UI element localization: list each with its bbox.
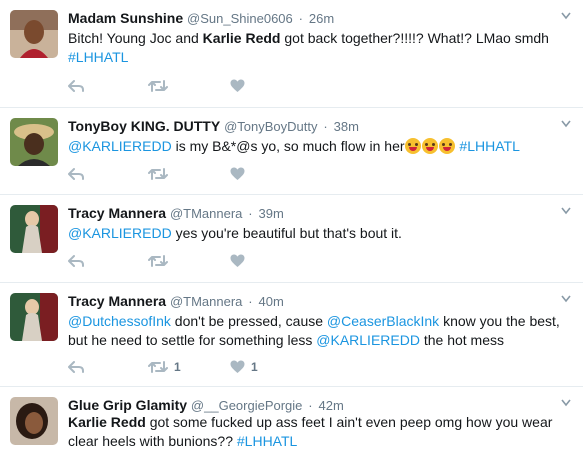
caret-down-icon[interactable] [561, 12, 571, 20]
mention-link[interactable]: @DutchessofInk [68, 313, 171, 329]
tweet-header: Glue Grip Glamity @__GeorgiePorgie · 42m [68, 395, 553, 415]
tweet-text: Karlie Redd got some fucked up ass feet … [68, 414, 553, 449]
retweet-icon [148, 255, 168, 267]
tweet-actions [68, 77, 308, 95]
tweet-text: @KARLIEREDD yes you're beautiful but tha… [68, 225, 402, 241]
separator-dot: · [248, 294, 253, 309]
mention-link[interactable]: @KARLIEREDD [68, 138, 172, 154]
mention-link[interactable]: @CeaserBlackInk [327, 313, 439, 329]
reply-icon [68, 255, 84, 267]
tweet[interactable]: TonyBoy KING. DUTTY @TonyBoyDutty · 38m … [0, 108, 583, 195]
separator-dot: · [308, 398, 313, 413]
reply-button[interactable] [68, 252, 85, 270]
tweet[interactable]: Tracy Mannera @TMannera · 40m @Dutchesso… [0, 283, 583, 387]
mention-link[interactable]: @KARLIEREDD [68, 225, 172, 241]
tweet-header: Tracy Mannera @TMannera · 40m [68, 291, 553, 311]
grinning-emoji-icon [404, 138, 421, 154]
reply-icon [68, 168, 84, 180]
like-button[interactable] [230, 77, 245, 95]
reply-icon [68, 80, 84, 92]
separator-dot: · [248, 206, 253, 221]
tongue-emoji-icon [421, 138, 438, 154]
display-name[interactable]: Tracy Mannera [68, 205, 166, 221]
reply-icon [68, 361, 84, 373]
avatar[interactable] [10, 118, 58, 166]
like-button[interactable]: 1 [230, 358, 258, 376]
retweet-button[interactable] [148, 252, 168, 270]
tweet-actions: 1 1 [68, 358, 308, 376]
tweet-text: @KARLIEREDD is my B&*@s yo, so much flow… [68, 138, 520, 154]
tweet[interactable]: Tracy Mannera @TMannera · 39m @KARLIERED… [0, 195, 583, 283]
retweet-button[interactable]: 1 [148, 358, 181, 376]
tweet-text: Bitch! Young Joc and Karlie Redd got bac… [68, 30, 549, 65]
tongue-emoji-icon [438, 138, 455, 154]
user-handle[interactable]: @TMannera [170, 206, 242, 221]
like-count: 1 [251, 360, 258, 374]
hashtag-link[interactable]: #LHHATL [68, 49, 128, 65]
separator-dot: · [323, 119, 328, 134]
tweet-actions [68, 252, 308, 270]
mention-link[interactable]: @KARLIEREDD [316, 332, 420, 348]
tweet[interactable]: Madam Sunshine @Sun_Shine0606 · 26m Bitc… [0, 0, 583, 108]
display-name[interactable]: TonyBoy KING. DUTTY [68, 118, 220, 134]
avatar[interactable] [10, 397, 58, 445]
separator-dot: · [298, 11, 303, 26]
retweet-button[interactable] [148, 165, 168, 183]
timestamp[interactable]: 26m [309, 11, 334, 26]
tweet-header: Tracy Mannera @TMannera · 39m [68, 203, 553, 223]
timestamp[interactable]: 40m [259, 294, 284, 309]
retweet-count: 1 [174, 360, 181, 374]
display-name[interactable]: Madam Sunshine [68, 10, 183, 26]
like-button[interactable] [230, 165, 245, 183]
heart-icon [230, 254, 245, 267]
avatar[interactable] [10, 205, 58, 253]
like-button[interactable] [230, 252, 245, 270]
retweet-icon [148, 80, 168, 92]
caret-down-icon[interactable] [561, 120, 571, 128]
tweet-feed: Madam Sunshine @Sun_Shine0606 · 26m Bitc… [0, 0, 583, 454]
caret-down-icon[interactable] [561, 399, 571, 407]
timestamp[interactable]: 38m [334, 119, 359, 134]
reply-button[interactable] [68, 165, 85, 183]
user-handle[interactable]: @__GeorgiePorgie [191, 398, 302, 413]
retweet-icon [148, 168, 168, 180]
reply-button[interactable] [68, 358, 85, 376]
heart-icon [230, 360, 245, 373]
hashtag-link[interactable]: #LHHATL [237, 433, 297, 449]
user-handle[interactable]: @TonyBoyDutty [224, 119, 317, 134]
avatar[interactable] [10, 293, 58, 341]
caret-down-icon[interactable] [561, 207, 571, 215]
heart-icon [230, 79, 245, 92]
display-name[interactable]: Tracy Mannera [68, 293, 166, 309]
display-name[interactable]: Glue Grip Glamity [68, 397, 187, 413]
caret-down-icon[interactable] [561, 295, 571, 303]
tweet-text: @DutchessofInk don't be pressed, cause @… [68, 313, 560, 348]
timestamp[interactable]: 42m [319, 398, 344, 413]
retweet-button[interactable] [148, 77, 168, 95]
avatar[interactable] [10, 10, 58, 58]
user-handle[interactable]: @Sun_Shine0606 [187, 11, 293, 26]
reply-button[interactable] [68, 77, 85, 95]
user-handle[interactable]: @TMannera [170, 294, 242, 309]
retweet-icon [148, 361, 168, 373]
timestamp[interactable]: 39m [259, 206, 284, 221]
tweet-header: Madam Sunshine @Sun_Shine0606 · 26m [68, 8, 553, 28]
heart-icon [230, 167, 245, 180]
hashtag-link[interactable]: #LHHATL [459, 138, 519, 154]
tweet-actions [68, 165, 308, 183]
tweet[interactable]: Glue Grip Glamity @__GeorgiePorgie · 42m… [0, 387, 583, 454]
tweet-header: TonyBoy KING. DUTTY @TonyBoyDutty · 38m [68, 116, 553, 136]
